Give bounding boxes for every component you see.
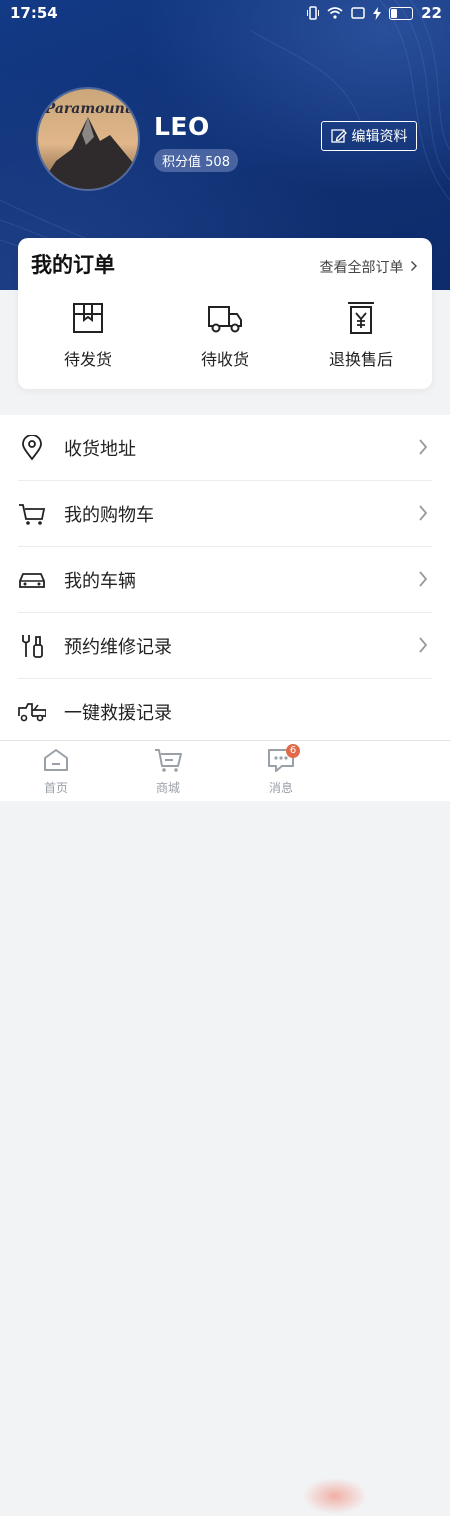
battery-icon — [389, 6, 414, 20]
charging-icon — [373, 6, 382, 20]
tab-shop[interactable]: 商城 — [138, 747, 198, 796]
vibrate-icon — [307, 6, 320, 20]
truck-icon — [208, 306, 242, 333]
tab-label: 首页 — [43, 781, 68, 795]
chevron-right-icon — [419, 571, 428, 587]
view-all-orders-label: 查看全部订单 — [319, 260, 404, 276]
menu-list: 收货地址 我的购物车 我的车辆 预约维修记录 一键救援记录 — [0, 415, 450, 740]
message-badge: 6 — [286, 744, 300, 758]
chevron-right-icon — [419, 637, 428, 653]
order-refund[interactable]: 退换售后 — [301, 300, 421, 370]
menu-item-vehicles[interactable]: 我的车辆 — [0, 547, 450, 613]
edit-profile-label: 编辑资料 — [351, 129, 408, 145]
order-to-receive[interactable]: 待收货 — [165, 300, 285, 370]
shop-cart-icon — [155, 749, 182, 772]
order-to-ship[interactable]: 待发货 — [28, 300, 148, 370]
status-bar: 17:54 22 — [0, 0, 450, 26]
view-all-orders-link[interactable]: 查看全部订单 — [320, 257, 418, 277]
points-label: 积分值 — [162, 155, 202, 170]
menu-item-label: 预约维修记录 — [64, 637, 172, 658]
home-icon — [44, 749, 68, 771]
status-time: 17:54 — [10, 4, 58, 22]
menu-item-address[interactable]: 收货地址 — [0, 415, 450, 481]
tab-home[interactable]: 首页 — [26, 747, 86, 796]
paramount-logo-image: Paramount — [38, 89, 138, 189]
edit-pencil-icon — [330, 129, 347, 143]
menu-item-label: 我的购物车 — [64, 505, 154, 526]
menu-item-rescue-records[interactable]: 一键救援记录 — [0, 679, 450, 745]
chevron-right-icon — [411, 261, 417, 271]
battery-level: 22 — [421, 4, 442, 22]
package-icon — [73, 303, 103, 333]
screen-cast-icon — [351, 7, 365, 19]
orders-title: 我的订单 — [31, 253, 115, 277]
order-label: 待发货 — [63, 350, 112, 369]
tow-truck-icon — [18, 703, 46, 722]
cart-icon — [19, 504, 46, 525]
bottom-tab-bar: 首页 商城 6 消息 — [0, 740, 450, 1516]
tab-messages[interactable]: 6 消息 — [251, 744, 311, 796]
username: LEO — [154, 112, 210, 141]
tab-label: 商城 — [155, 781, 180, 795]
order-label: 退换售后 — [328, 350, 393, 369]
edit-profile-button[interactable]: 编辑资料 — [321, 121, 417, 151]
my-orders-card: 我的订单 查看全部订单 待发货 待收货 退换售后 — [18, 238, 432, 389]
menu-item-label: 我的车辆 — [64, 571, 136, 592]
avatar-logo-text: Paramount — [44, 101, 132, 117]
points-badge: 积分值 508 — [154, 149, 238, 172]
location-pin-icon — [22, 435, 42, 461]
menu-item-repair-records[interactable]: 预约维修记录 — [0, 613, 450, 679]
car-icon — [19, 573, 45, 588]
wifi-icon — [327, 7, 343, 19]
repair-tools-icon — [22, 635, 43, 658]
menu-item-cart[interactable]: 我的购物车 — [0, 481, 450, 547]
order-label: 待收货 — [200, 350, 249, 369]
menu-item-label: 收货地址 — [64, 439, 136, 460]
menu-item-label: 一键救援记录 — [64, 703, 172, 724]
avatar[interactable]: Paramount — [36, 87, 140, 191]
points-value: 508 — [205, 155, 230, 170]
chevron-right-icon — [419, 439, 428, 455]
chevron-right-icon — [419, 505, 428, 521]
refund-icon — [348, 302, 374, 334]
tap-ripple-effect — [300, 1476, 370, 1516]
tab-label: 消息 — [268, 781, 293, 795]
